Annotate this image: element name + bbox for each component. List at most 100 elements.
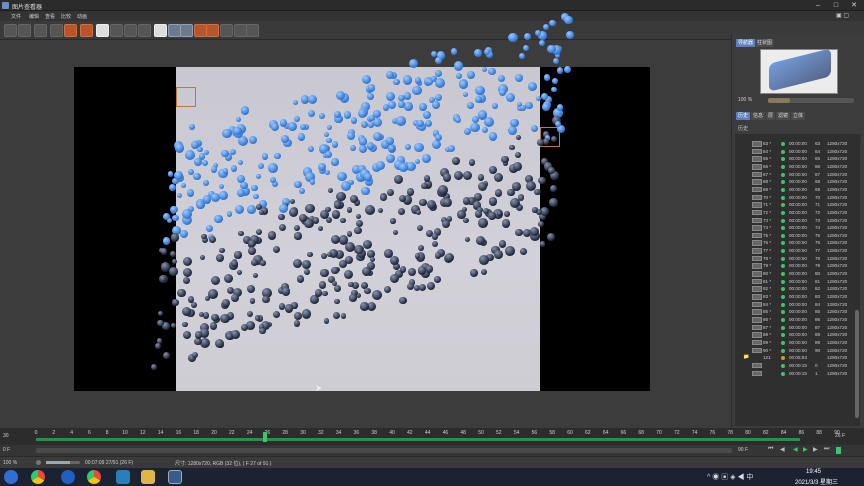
history-row[interactable]: 71 * 00:00:00 71 1280x720 (735, 201, 855, 209)
save-icon[interactable] (18, 24, 31, 37)
history-row[interactable]: 88 * 00:00:00 88 1280x720 (735, 331, 855, 339)
history-row[interactable]: 84 * 00:00:00 84 1280x720 (735, 301, 855, 309)
history-row[interactable]: 79 * 00:00:00 79 1280x720 (735, 262, 855, 270)
history-row[interactable]: 72 * 00:00:00 72 1280x720 (735, 209, 855, 217)
menu-animation[interactable]: 动画 (77, 13, 87, 20)
tab-histogram[interactable]: 柱状图 (755, 39, 775, 47)
history-row[interactable]: 69 * 00:00:00 69 1280x720 (735, 186, 855, 194)
next-frame-icon[interactable]: ▶ (813, 446, 818, 453)
history-row[interactable]: 86 * 00:00:00 86 1280x720 (735, 316, 855, 324)
split-icon[interactable] (138, 24, 151, 37)
tab-layer[interactable]: 层 (766, 112, 776, 120)
history-row-frame: 65 (815, 156, 821, 162)
maximize-button[interactable]: □ (827, 0, 845, 11)
ab-split-vertical-icon[interactable] (206, 24, 219, 37)
status-zoom[interactable]: 100 % (3, 460, 17, 466)
history-row[interactable]: 63 * 00:00:00 63 1280x720 (735, 140, 855, 148)
folder-icon[interactable] (141, 470, 155, 484)
screen-icon[interactable] (116, 470, 130, 484)
history-row[interactable]: 73 * 00:00:00 73 1280x720 (735, 217, 855, 225)
clock-time[interactable]: 19:45 (806, 469, 821, 475)
ruler-tick: 68 (638, 430, 644, 436)
history-row[interactable]: 89 * 00:00:00 89 1280x720 (735, 339, 855, 347)
tab-filter[interactable]: 滤镜 (776, 112, 791, 120)
menu-view[interactable]: 查看 (45, 13, 55, 20)
open-icon[interactable] (4, 24, 17, 37)
prev-frame-icon[interactable]: ◀ (780, 446, 785, 453)
sphere (327, 188, 334, 194)
tab-navigator[interactable]: 导航器 (736, 39, 756, 47)
sphere (182, 267, 193, 278)
history-row[interactable]: 74 * 00:00:00 74 1280x720 (735, 224, 855, 232)
history-row[interactable]: 81 * 00:00:00 81 1280x720 (735, 278, 855, 286)
history-scrollbar[interactable] (855, 310, 859, 418)
sphere (179, 229, 189, 238)
history-row[interactable]: 66 * 00:00:00 66 1280x720 (735, 163, 855, 171)
play-back-icon[interactable]: ◀ (793, 446, 798, 453)
tab-info[interactable]: 信息 (751, 112, 766, 120)
navigator-thumbnail[interactable] (760, 49, 838, 94)
playhead[interactable] (263, 432, 267, 442)
history-row[interactable]: 67 * 00:00:00 67 1280x720 (735, 171, 855, 179)
last-frame-icon[interactable]: ⏭ (824, 446, 829, 453)
history-row[interactable]: 70 * 00:00:00 70 1280x720 (735, 194, 855, 202)
sphere (171, 258, 178, 265)
swap-icon[interactable] (124, 24, 137, 37)
sphere (470, 268, 479, 277)
region-icon[interactable] (80, 24, 93, 37)
render-icon[interactable] (50, 24, 63, 37)
start-icon[interactable] (4, 470, 18, 484)
history-row[interactable]: 80 * 00:00:00 80 1280x720 (735, 270, 855, 278)
timeline-range[interactable] (36, 438, 800, 441)
render-image[interactable] (74, 12, 650, 391)
ab-compare-icon[interactable] (110, 24, 123, 37)
left-frame[interactable]: 0 F (3, 447, 10, 453)
play-icon[interactable]: ▶ (803, 446, 808, 453)
history-row[interactable]: 68 * 00:00:00 68 1280x720 (735, 178, 855, 186)
clock-date[interactable]: 2021/3/3 星期三 (795, 477, 838, 486)
channel-icon[interactable] (96, 24, 109, 37)
tray-icons[interactable]: ^ ◉ ▣ ◈ ◀ 中 (707, 472, 753, 482)
history-row[interactable]: 76 * 00:00:00 76 1280x720 (735, 239, 855, 247)
menu-edit[interactable]: 编辑 (29, 13, 39, 20)
history-row[interactable]: 00:00:15 1 1280x720 (735, 370, 855, 378)
tab-stereo[interactable]: 立体 (791, 112, 806, 120)
menu-file[interactable]: 文件 (11, 13, 21, 20)
history-row[interactable]: 78 * 00:00:00 78 1280x720 (735, 255, 855, 263)
history-row[interactable]: 75 * 00:00:00 75 1280x720 (735, 232, 855, 240)
history-row[interactable]: 85 * 00:00:00 85 1280x720 (735, 308, 855, 316)
close-button[interactable]: ✕ (845, 0, 863, 11)
copy-icon[interactable] (34, 24, 47, 37)
loop-icon[interactable] (836, 447, 841, 454)
history-row[interactable]: 📁 121 00:06:53 1280x720 (735, 354, 855, 362)
timeline-start[interactable]: 30 (3, 433, 9, 439)
history-row[interactable]: 77 * 00:00:00 77 1280x720 (735, 247, 855, 255)
grid-icon[interactable] (180, 24, 193, 37)
menu-compare[interactable]: 比较 (61, 13, 71, 20)
chrome-icon[interactable] (31, 470, 45, 484)
sphere (442, 173, 452, 182)
frame-scrollbar[interactable] (36, 448, 732, 453)
zoom-slider[interactable] (768, 98, 854, 103)
history-row[interactable]: 00:00:15 0 1280x720 (735, 362, 855, 370)
export-icon[interactable] (220, 24, 233, 37)
history-row[interactable]: 82 * 00:00:00 82 1280x720 (735, 285, 855, 293)
first-frame-icon[interactable]: ⏮ (768, 446, 773, 453)
zoom-value[interactable]: 100 % (738, 97, 752, 103)
history-row[interactable]: 90 * 00:00:00 90 1280x720 (735, 347, 855, 355)
history-row[interactable]: 64 * 00:00:00 64 1280x720 (735, 148, 855, 156)
history-row[interactable]: 65 * 00:00:00 65 1280x720 (735, 155, 855, 163)
tools-icon[interactable] (246, 24, 259, 37)
histogram-icon[interactable] (154, 24, 167, 37)
history-row[interactable]: 83 * 00:00:00 83 1280x720 (735, 293, 855, 301)
stop-render-icon[interactable] (64, 24, 77, 37)
zoom-out-icon[interactable] (36, 460, 41, 465)
minimize-button[interactable]: – (809, 0, 827, 11)
chrome-alt-icon[interactable] (87, 470, 101, 484)
panel-layout-icon[interactable]: ▣ ▢ (836, 12, 849, 19)
tab-history[interactable]: 历史 (736, 112, 751, 120)
cinema4d-icon[interactable] (168, 470, 182, 484)
app-k-icon[interactable] (61, 470, 75, 484)
right-frame[interactable]: 90 F (738, 447, 748, 453)
history-row[interactable]: 87 * 00:00:00 87 1280x720 (735, 324, 855, 332)
